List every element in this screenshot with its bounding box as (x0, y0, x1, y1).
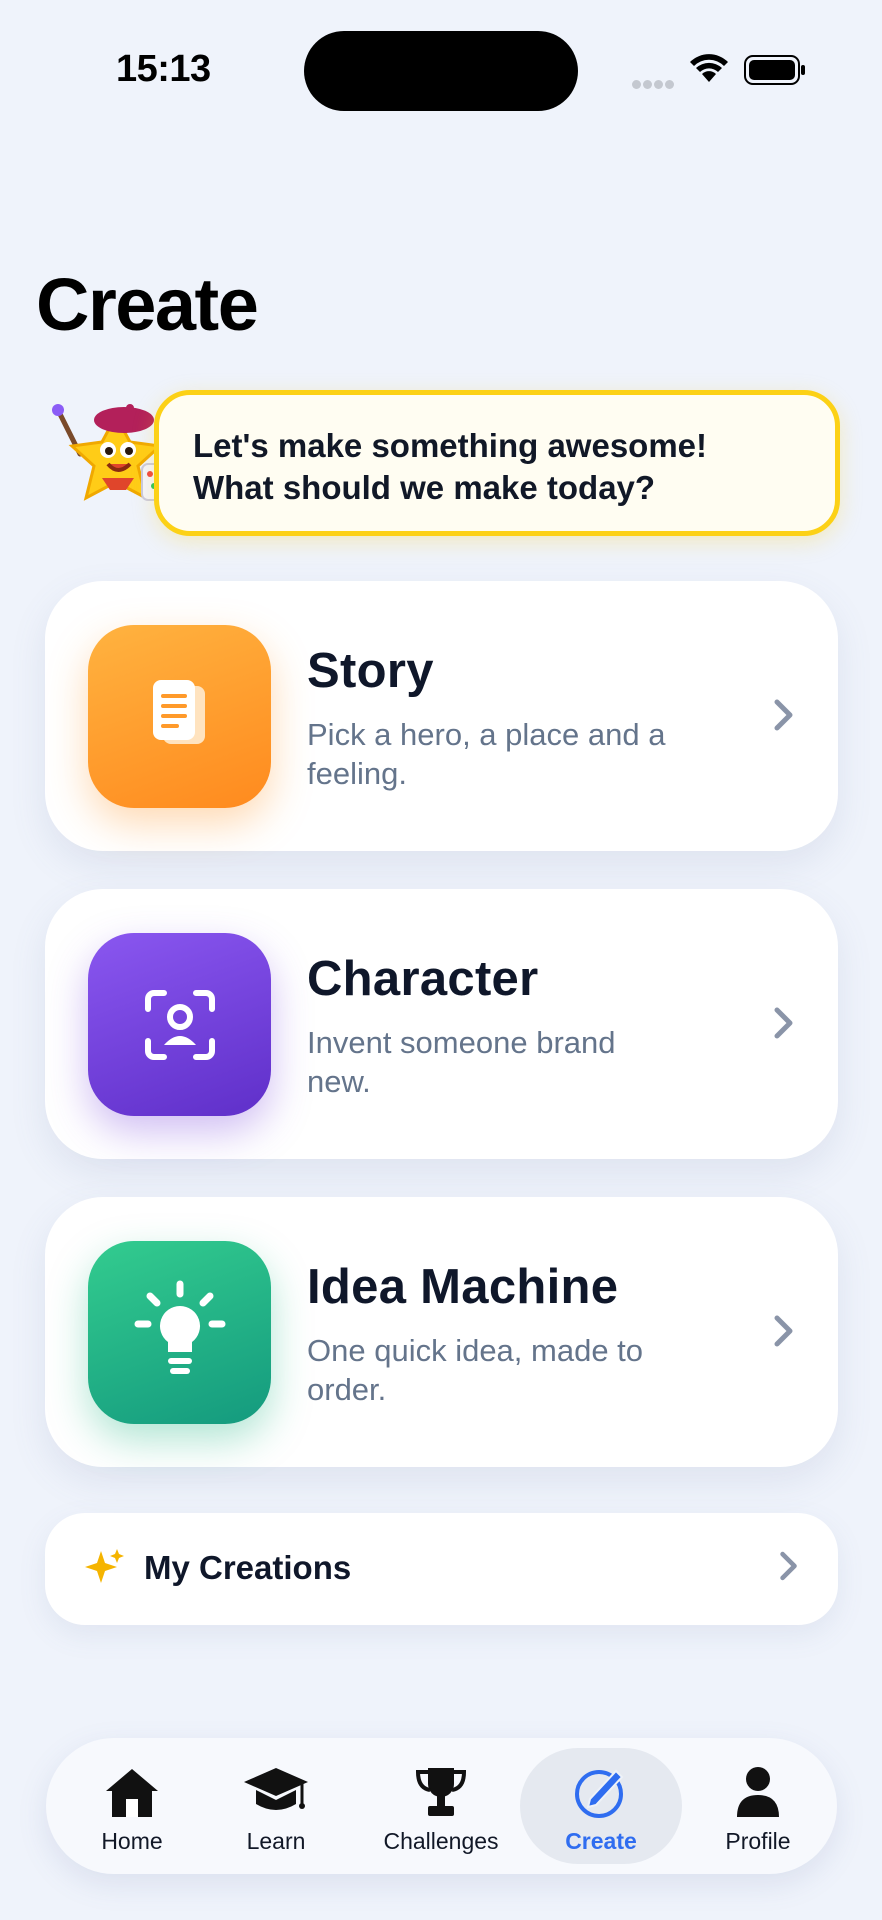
tab-home[interactable]: Home (66, 1738, 198, 1874)
tab-label: Challenges (383, 1828, 499, 1854)
speech-line-1: Let's make something awesome! (193, 427, 708, 464)
tab-label: Create (565, 1828, 637, 1854)
lightbulb-icon (88, 1241, 271, 1424)
tab-profile[interactable]: Profile (692, 1738, 824, 1874)
person-scan-icon (88, 933, 271, 1116)
trophy-icon (414, 1764, 468, 1820)
card-description: Invent someone brand new. (307, 1025, 616, 1099)
my-creations-button[interactable]: My Creations (45, 1513, 838, 1625)
house-icon (102, 1764, 162, 1820)
card-title: Idea Machine (307, 1260, 619, 1314)
chevron-right-icon (778, 1549, 800, 1588)
pencil-circle-icon (572, 1764, 630, 1820)
status-time: 15:13 (116, 48, 211, 90)
wifi-icon (688, 52, 730, 89)
my-creations-label: My Creations (144, 1549, 352, 1586)
battery-icon (744, 55, 806, 90)
tab-create[interactable]: Create (520, 1748, 682, 1864)
tab-label: Profile (725, 1828, 791, 1854)
character-card[interactable]: Character Invent someone brand new. (45, 889, 838, 1159)
card-title: Story (307, 644, 434, 698)
status-bar: 15:13 (0, 0, 882, 140)
sparkle-icon (83, 1547, 127, 1596)
story-card[interactable]: Story Pick a hero, a place and a feeling… (45, 581, 838, 851)
tab-label: Home (101, 1828, 163, 1854)
chevron-right-icon (772, 697, 796, 738)
tab-label: Learn (246, 1828, 306, 1854)
graduation-cap-icon (242, 1764, 310, 1820)
chevron-right-icon (772, 1005, 796, 1046)
card-title: Character (307, 952, 539, 1006)
page-title: Create (36, 263, 259, 346)
chevron-right-icon (772, 1313, 796, 1354)
person-icon (733, 1764, 783, 1820)
card-description: Pick a hero, a place and a feeling. (307, 717, 666, 791)
tab-learn[interactable]: Learn (210, 1738, 342, 1874)
document-icon (88, 625, 271, 808)
card-description: One quick idea, made to order. (307, 1333, 644, 1407)
dynamic-island (304, 31, 578, 111)
tab-bar: Home Learn Challenges Create Profile (46, 1738, 837, 1874)
tab-challenges[interactable]: Challenges (356, 1738, 526, 1874)
speech-bubble: Let's make something awesome! What shoul… (154, 390, 840, 536)
cellular-signal-icon (632, 76, 676, 94)
idea-machine-card[interactable]: Idea Machine One quick idea, made to ord… (45, 1197, 838, 1467)
speech-line-2: What should we make today? (193, 469, 656, 506)
